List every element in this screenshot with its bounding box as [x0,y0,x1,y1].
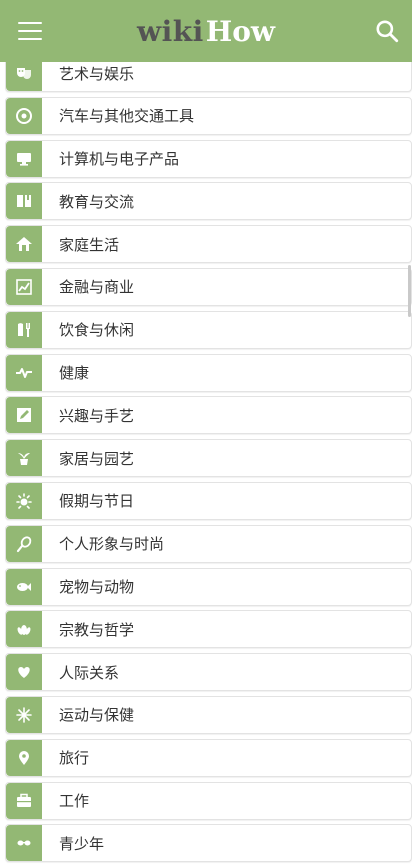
briefcase-icon [6,782,42,819]
category-label: 健康 [59,364,90,383]
category-label: 教育与交流 [59,192,135,211]
category-item-finance[interactable]: 金融与商业 [5,267,412,306]
category-item-family[interactable]: 家庭生活 [5,225,412,264]
category-label: 艺术与娱乐 [59,64,135,83]
category-label: 家居与园艺 [59,449,135,468]
category-item-home-garden[interactable]: 家居与园艺 [5,439,412,478]
category-item-youth[interactable]: 青少年 [5,824,412,863]
category-label: 人际关系 [59,663,120,682]
category-item-food[interactable]: 饮食与休闲 [5,310,412,349]
category-item-relationships[interactable]: 人际关系 [5,653,412,692]
category-label: 计算机与电子产品 [59,150,180,169]
category-item-personal-style[interactable]: 个人形象与时尚 [5,524,412,563]
utensils-icon [6,311,42,348]
scrollbar-thumb[interactable] [408,265,411,317]
category-item-work[interactable]: 工作 [5,781,412,820]
monitor-icon [6,140,42,177]
category-label: 个人形象与时尚 [59,535,165,554]
category-label: 青少年 [59,834,105,853]
category-item-health[interactable]: 健康 [5,353,412,392]
lotus-icon [6,611,42,648]
house-icon [6,226,42,263]
logo-wiki-text: wiki [136,14,204,48]
category-label: 工作 [59,792,90,811]
pencil-icon [6,397,42,434]
category-label: 宠物与动物 [59,578,135,597]
category-label: 汽车与其他交通工具 [59,107,195,126]
category-item-holidays[interactable]: 假期与节日 [5,481,412,520]
steering-wheel-icon [6,97,42,134]
map-pin-icon [6,739,42,776]
category-item-hobbies[interactable]: 兴趣与手艺 [5,396,412,435]
category-item-education[interactable]: 教育与交流 [5,182,412,221]
heartbeat-icon [6,354,42,391]
top-bar: wiki How [0,0,412,62]
category-label: 金融与商业 [59,278,135,297]
line-chart-icon [6,268,42,305]
asterisk-icon [6,696,42,733]
category-label: 兴趣与手艺 [59,406,135,425]
category-label: 宗教与哲学 [59,620,135,639]
book-icon [6,183,42,220]
wikihow-logo[interactable]: wiki How [137,15,275,48]
potted-plant-icon [6,440,42,477]
category-label: 饮食与休闲 [59,321,135,340]
search-icon[interactable] [374,18,400,44]
category-item-religion[interactable]: 宗教与哲学 [5,610,412,649]
fish-icon [6,568,42,605]
heart-icon [6,654,42,691]
logo-how-text: How [205,14,275,48]
menu-icon[interactable] [18,22,42,40]
category-label: 运动与保健 [59,706,135,725]
category-label: 旅行 [59,749,90,768]
mirror-icon [6,525,42,562]
category-list: 艺术与娱乐 汽车与其他交通工具 计算机与电子产品 教育与交流 家庭生活 金融与商… [0,54,412,867]
category-label: 家庭生活 [59,235,120,254]
category-item-pets[interactable]: 宠物与动物 [5,567,412,606]
category-item-computers[interactable]: 计算机与电子产品 [5,139,412,178]
category-item-travel[interactable]: 旅行 [5,738,412,777]
category-item-cars[interactable]: 汽车与其他交通工具 [5,96,412,135]
sparkle-icon [6,482,42,519]
sunglasses-icon [6,825,42,862]
category-label: 假期与节日 [59,492,135,511]
category-item-sports[interactable]: 运动与保健 [5,695,412,734]
